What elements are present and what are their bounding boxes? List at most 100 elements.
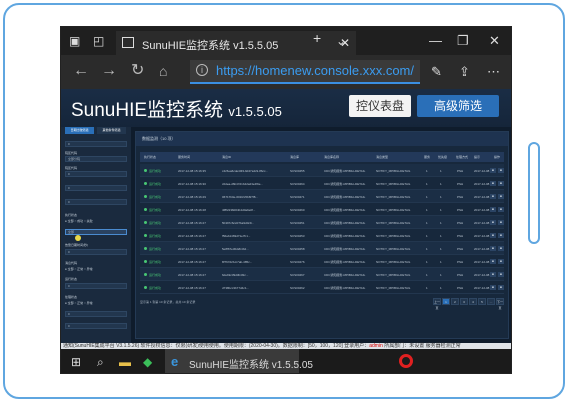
app-icon[interactable]: ◆: [143, 355, 152, 369]
more-icon[interactable]: ⋯: [487, 64, 500, 80]
refresh-icon[interactable]: ↻: [131, 63, 144, 79]
row-delete-button[interactable]: ■: [498, 259, 504, 264]
filter-input[interactable]: 0: [65, 171, 127, 177]
row-view-button[interactable]: ■: [490, 259, 496, 264]
table-row[interactable]: 运行成功 2017-12-08 15:16:27 6deb9c39d3b4f2c..…: [140, 268, 504, 281]
cell-type: NOTIFY_MPIBILLDETAIL: [376, 260, 411, 264]
window-close-icon[interactable]: ✕: [489, 33, 500, 49]
filter-input[interactable]: 0: [65, 323, 127, 329]
cell-msgid: 4f8f2238d04b4d0a9e0f...: [222, 208, 256, 212]
row-delete-button[interactable]: ■: [498, 272, 504, 277]
table-row[interactable]: 运行成功 2017-12-08 15:16:28 4f8f2238d04b4d0a9…: [140, 203, 504, 216]
filter-input[interactable]: 0: [65, 185, 127, 191]
cell-tip: 2017-12-08: [474, 286, 490, 290]
pen-icon[interactable]: ✎: [431, 64, 442, 80]
row-delete-button[interactable]: ■: [498, 233, 504, 238]
table-row[interactable]: 运行成功 2017-12-08 15:16:35 c4c5ea6cde40f4-9d…: [140, 164, 504, 177]
info-icon[interactable]: i: [196, 64, 208, 76]
filter-label: 处理状态: [65, 295, 78, 299]
filter-input[interactable]: 0: [65, 141, 127, 147]
tab-preview-icon[interactable]: ◰: [93, 35, 104, 47]
table-row[interactable]: 运行成功 2017-12-08 15:16:27 5e8f67e30d2b4b2..…: [140, 242, 504, 255]
app-title: SunuHIE监控系统 v1.5.5.05: [71, 95, 282, 122]
taskbar-browser-item[interactable]: e SunuHIE监控系统 v1.5.5.05: [165, 349, 313, 373]
cell-dbname: CDC通知服务-MPIBILLDETAIL: [324, 195, 366, 199]
tab-actions-icon[interactable]: ▣: [69, 35, 80, 47]
home-icon[interactable]: ⌂: [159, 63, 167, 79]
filter-input-active[interactable]: 全部: [65, 229, 127, 235]
cell-status: 运行成功: [144, 273, 161, 277]
tablet-side-button[interactable]: [528, 142, 540, 244]
filter-input[interactable]: 0: [65, 311, 127, 317]
restore-icon[interactable]: ❐: [457, 33, 469, 49]
row-view-button[interactable]: ■: [490, 207, 496, 212]
filter-input[interactable]: 0: [65, 199, 127, 205]
cell-db: SCS00471: [290, 195, 305, 199]
row-delete-button[interactable]: ■: [498, 285, 504, 290]
filter-input[interactable]: 全部分院: [65, 156, 127, 162]
table-row[interactable]: 运行成功 2017-12-08 15:16:27 5b397c6c2d7ba9d0c…: [140, 216, 504, 229]
search-icon[interactable]: ⌕: [97, 355, 104, 369]
row-delete-button[interactable]: ■: [498, 246, 504, 251]
table-row[interactable]: 运行成功 2017-12-08 15:16:27 f56ab1469d71e7b1.…: [140, 229, 504, 242]
tab-other-filter[interactable]: 其他条件筛选: [97, 127, 126, 134]
row-view-button[interactable]: ■: [490, 285, 496, 290]
screen: ▣ ◰ SunuHIE监控系统 v1.5.5.05 ✕ + ⌄ — ❐ ✕ ← …: [60, 26, 512, 374]
cell-type: NOTIFY_MPIBILLDETAIL: [376, 182, 411, 186]
pager-button[interactable]: 2: [451, 298, 459, 305]
advanced-filter-button[interactable]: 高级筛选: [417, 95, 499, 117]
url-input[interactable]: i https://homenew.console.xxx.com/: [190, 60, 420, 84]
table-row[interactable]: 运行成功 2017-12-08 15:16:29 06717b0e-601f2c5b…: [140, 190, 504, 203]
row-view-button[interactable]: ■: [490, 272, 496, 277]
cell-msgid: 6deb9c39d3b4f2c...: [222, 273, 249, 277]
row-view-button[interactable]: ■: [490, 233, 496, 238]
new-tab-icon[interactable]: +: [313, 31, 321, 45]
share-icon[interactable]: ⇪: [459, 64, 470, 80]
pager-button[interactable]: …: [487, 298, 495, 305]
pager-button[interactable]: 上一页: [433, 298, 441, 310]
browser-tab-bar: ▣ ◰ SunuHIE监控系统 v1.5.5.05 ✕ + ⌄ — ❐ ✕: [61, 27, 511, 55]
folder-icon[interactable]: ▬: [119, 355, 131, 369]
cell-status: 运行成功: [144, 195, 161, 199]
row-view-button[interactable]: ■: [490, 181, 496, 186]
forward-icon[interactable]: →: [101, 63, 117, 79]
table-row[interactable]: 运行成功 2017-12-08 15:16:27 d738bcc3b77d4c1..…: [140, 281, 504, 294]
chevron-down-icon[interactable]: ⌄: [336, 35, 346, 47]
cell-type: NOTIFY_MPIBILLDETAIL: [376, 247, 411, 251]
pager-button[interactable]: 5: [478, 298, 486, 305]
table-row[interactable]: 运行成功 2017-12-08 15:16:30 c0dea-d6b47d1b42a…: [140, 177, 504, 190]
cell-msgid: 06717b0e-601f2c5b6f7f8...: [222, 195, 258, 199]
filter-input[interactable]: 0: [65, 283, 127, 289]
cell-type: NOTIFY_MPIBILLDETAIL: [376, 221, 411, 225]
minimize-icon[interactable]: —: [429, 33, 442, 48]
opera-icon[interactable]: [399, 354, 413, 368]
pager-button[interactable]: 3: [460, 298, 468, 305]
row-delete-button[interactable]: ■: [498, 168, 504, 173]
filter-radio-group[interactable]: ● 全部 ○ 正常 ○ 异常: [65, 267, 93, 271]
table-row[interactable]: 运行成功 2017-12-08 15:16:27 8f767d2b-b7ab-485…: [140, 255, 504, 268]
filter-radio-group[interactable]: ● 全部 ○ 正常 ○ 异常: [65, 301, 93, 305]
row-delete-button[interactable]: ■: [498, 207, 504, 212]
row-view-button[interactable]: ■: [490, 220, 496, 225]
row-delete-button[interactable]: ■: [498, 181, 504, 186]
tab-date-filter[interactable]: 日期比较筛选: [65, 127, 94, 134]
cell-tip: 2017-12-08: [474, 273, 490, 277]
windows-start-icon[interactable]: ⊞: [71, 355, 81, 369]
filter-radio-group[interactable]: ● 全部 ○ 成功 ○ 失败: [65, 219, 93, 223]
cell-tip: 2017-12-08: [474, 195, 490, 199]
row-view-button[interactable]: ■: [490, 168, 496, 173]
row-view-button[interactable]: ■: [490, 194, 496, 199]
cell-pri: 1: [440, 169, 442, 173]
pager-button[interactable]: 1: [442, 298, 450, 305]
address-bar: ← → ↻ ⌂ i https://homenew.console.xxx.co…: [61, 55, 511, 89]
pager-button[interactable]: 4: [469, 298, 477, 305]
row-delete-button[interactable]: ■: [498, 194, 504, 199]
row-delete-button[interactable]: ■: [498, 220, 504, 225]
cell-msgid: f56ab1469d71e7b1...: [222, 234, 251, 238]
filter-input[interactable]: 0: [65, 249, 127, 255]
row-view-button[interactable]: ■: [490, 246, 496, 251]
cell-pri: 1: [440, 234, 442, 238]
dashboard-button[interactable]: 控仪表盘: [349, 95, 411, 117]
back-icon[interactable]: ←: [73, 63, 89, 79]
pager-button[interactable]: 下一页: [496, 298, 504, 310]
